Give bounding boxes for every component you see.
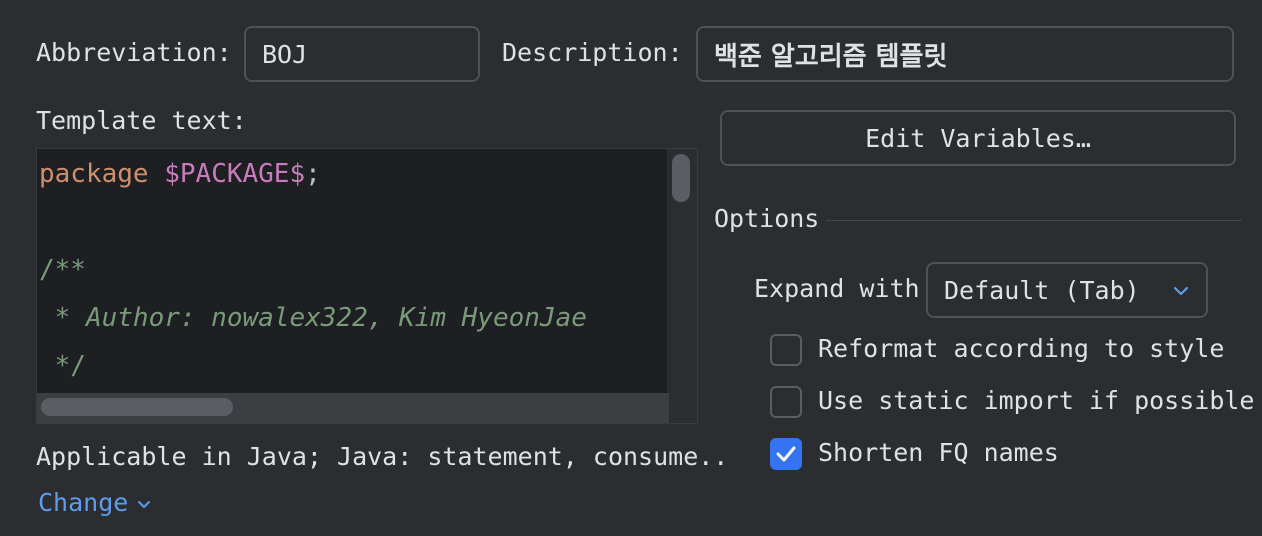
template-editor[interactable]: package $PACKAGE$; /** * Author: nowalex…	[36, 148, 698, 424]
code-keyword-package: package	[39, 159, 165, 189]
chevron-down-icon	[138, 500, 151, 508]
change-link-label: Change	[38, 488, 129, 517]
shorten-fq-label: Shorten FQ names	[818, 438, 1059, 467]
code-semicolon: ;	[305, 159, 321, 189]
description-label: Description:	[502, 38, 683, 67]
expand-with-dropdown[interactable]: Default (Tab)	[926, 262, 1208, 318]
description-value: 백준 알고리즘 템플릿	[714, 41, 948, 72]
template-text-label: Template text:	[36, 106, 247, 135]
shorten-fq-checkbox[interactable]	[770, 438, 802, 470]
checkmark-icon	[776, 446, 796, 462]
applicable-context-text: Applicable in Java; Java: statement, con…	[36, 442, 729, 471]
code-line-5: */	[39, 351, 86, 381]
edit-variables-button[interactable]: Edit Variables…	[720, 110, 1236, 166]
code-line-3: /**	[39, 255, 86, 285]
reformat-label: Reformat according to style	[818, 334, 1225, 363]
code-variable-package: $PACKAGE$	[164, 159, 306, 189]
vertical-scroll-thumb[interactable]	[672, 154, 690, 202]
horizontal-scrollbar[interactable]	[37, 393, 669, 423]
expand-with-value: Default (Tab)	[944, 275, 1140, 305]
options-title: Options	[714, 204, 820, 233]
code-line-1: package $PACKAGE$;	[39, 161, 321, 187]
reformat-checkbox[interactable]	[770, 334, 802, 366]
abbreviation-field[interactable]: BOJ	[244, 26, 480, 82]
vertical-scrollbar[interactable]	[667, 149, 697, 423]
change-link[interactable]: Change	[38, 488, 154, 517]
description-field[interactable]: 백준 알고리즘 템플릿	[696, 26, 1234, 82]
expand-with-label: Expand with	[754, 274, 920, 303]
static-import-label: Use static import if possible	[818, 386, 1255, 415]
horizontal-scroll-thumb[interactable]	[41, 398, 233, 416]
static-import-checkbox[interactable]	[770, 386, 802, 418]
options-separator	[826, 220, 1242, 221]
abbreviation-label: Abbreviation:	[36, 38, 232, 67]
code-line-4: * Author: nowalex322, Kim HyeonJae	[39, 303, 587, 333]
chevron-down-icon	[1173, 286, 1189, 296]
abbreviation-value: BOJ	[262, 39, 308, 69]
